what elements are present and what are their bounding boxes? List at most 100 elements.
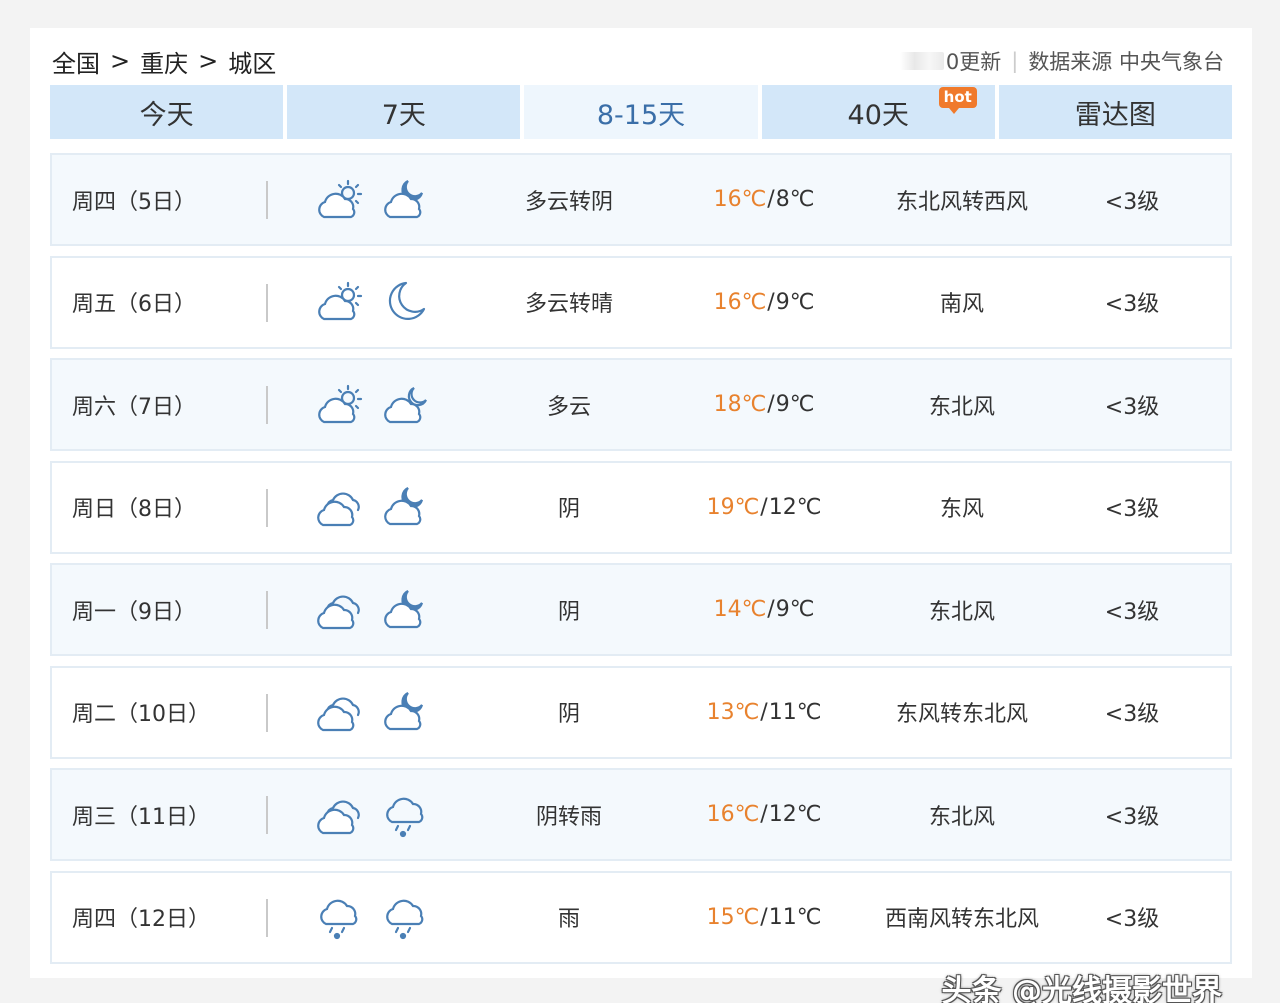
weather-icons xyxy=(314,258,434,347)
wind-direction: 东北风 xyxy=(928,394,995,420)
forecast-row: 周四（12日） 雨 15℃/11℃ 西南风转东北风 <3级 xyxy=(50,870,1232,964)
wind-level: <3级 xyxy=(1104,599,1160,625)
forecast-date: 周日（8日） xyxy=(72,497,196,522)
low-temperature: 9℃ xyxy=(775,289,815,315)
temperature: 15℃/11℃ xyxy=(664,873,864,962)
high-temperature: 16℃ xyxy=(713,289,767,315)
tab-label: 雷达图 xyxy=(1074,99,1156,131)
partly-cloudy-day-icon xyxy=(314,177,366,223)
breadcrumb-separator: > xyxy=(198,47,219,75)
tab-today[interactable]: 今天 xyxy=(50,85,284,139)
wind-level: <3级 xyxy=(1104,804,1160,830)
high-temperature: 16℃ xyxy=(713,187,767,212)
forecast-tabs: 今天 7天 8-15天 40天 hot 雷达图 xyxy=(50,85,1233,139)
wind-direction: 东北风 xyxy=(928,804,995,830)
tab-8-15-days[interactable]: 8-15天 xyxy=(524,85,758,139)
cloudy-night-icon xyxy=(380,689,432,735)
weather-icons xyxy=(314,360,434,449)
rain-icon xyxy=(380,792,432,838)
tab-label: 今天 xyxy=(139,99,194,131)
weather-icons xyxy=(314,668,434,757)
rain-icon xyxy=(380,894,432,940)
divider xyxy=(266,181,268,219)
hot-badge: hot xyxy=(938,87,977,114)
cloudy-night-icon xyxy=(380,587,432,633)
wind-level: <3级 xyxy=(1104,394,1160,420)
update-time: 0更新 xyxy=(945,50,1002,74)
low-temperature: 8℃ xyxy=(775,187,815,212)
temperature-separator: / xyxy=(767,392,775,417)
forecast-date: 周三（11日） xyxy=(72,804,210,830)
weather-description: 阴 xyxy=(557,702,580,727)
overcast-icon xyxy=(314,792,366,838)
breadcrumb-separator: > xyxy=(110,47,131,75)
weather-icons xyxy=(314,565,434,654)
breadcrumb: 全国 > 重庆 > 城区 xyxy=(52,44,276,78)
divider xyxy=(266,283,268,322)
forecast-list: 周四（5日） 多云转阴 16℃/8℃ 东北风转西风 <3级 周五（6日） 多云转… xyxy=(50,153,1232,973)
weather-description: 多云转阴 xyxy=(524,189,613,215)
high-temperature: 14℃ xyxy=(713,597,767,622)
temperature: 16℃/8℃ xyxy=(664,155,864,244)
tab-radar[interactable]: 雷达图 xyxy=(998,85,1233,139)
weather-icons xyxy=(314,873,434,962)
forecast-date: 周二（10日） xyxy=(72,702,210,727)
temperature-separator: / xyxy=(767,187,775,212)
temperature: 14℃/9℃ xyxy=(664,565,864,654)
high-temperature: 15℃ xyxy=(706,904,760,930)
weather-description: 雨 xyxy=(557,907,580,932)
weather-description: 阴 xyxy=(557,497,580,522)
tab-40-days[interactable]: 40天 hot xyxy=(761,85,995,139)
divider xyxy=(266,386,268,424)
high-temperature: 18℃ xyxy=(713,392,767,417)
tab-label: 8-15天 xyxy=(596,99,686,131)
breadcrumb-country[interactable]: 全国 xyxy=(52,44,100,79)
low-temperature: 12℃ xyxy=(768,494,822,520)
tab-label: 7天 xyxy=(381,99,426,131)
wind-direction: 东北风 xyxy=(928,599,995,625)
data-source: 0更新 | 数据来源 中央气象台 xyxy=(899,44,1224,78)
low-temperature: 11℃ xyxy=(768,699,822,725)
clear-night-icon xyxy=(380,279,432,325)
source-label: 数据来源 中央气象台 xyxy=(1028,50,1224,74)
wind-direction: 东北风转西风 xyxy=(895,189,1028,215)
cloudy-night-icon xyxy=(380,484,432,530)
breadcrumb-city[interactable]: 重庆 xyxy=(140,44,188,79)
temperature-separator: / xyxy=(760,904,768,930)
forecast-row: 周一（9日） 阴 14℃/9℃ 东北风 <3级 xyxy=(50,563,1232,656)
temperature: 16℃/12℃ xyxy=(664,770,864,859)
wind-direction: 南风 xyxy=(939,292,984,317)
overcast-icon xyxy=(314,484,366,530)
forecast-date: 周一（9日） xyxy=(72,599,196,625)
divider xyxy=(266,488,268,527)
partly-cloudy-day-icon xyxy=(314,279,366,325)
top-bar: 全国 > 重庆 > 城区 0更新 | 数据来源 中央气象台 xyxy=(52,44,1230,78)
temperature: 18℃/9℃ xyxy=(664,360,864,449)
low-temperature: 9℃ xyxy=(775,597,815,622)
temperature-separator: / xyxy=(760,802,768,827)
tab-7-days[interactable]: 7天 xyxy=(287,85,521,139)
temperature-separator: / xyxy=(767,597,775,622)
forecast-row: 周三（11日） 阴转雨 16℃/12℃ 东北风 <3级 xyxy=(50,768,1232,861)
weather-description: 阴 xyxy=(557,599,580,625)
forecast-date: 周四（12日） xyxy=(72,907,210,932)
weather-description: 多云 xyxy=(546,394,591,420)
temperature: 19℃/12℃ xyxy=(664,463,864,552)
watermark: 头条 @光线摄影世界 xyxy=(941,974,1222,1003)
forecast-row: 周五（6日） 多云转晴 16℃/9℃ 南风 <3级 xyxy=(50,255,1232,349)
divider xyxy=(266,898,268,937)
forecast-date: 周四（5日） xyxy=(72,189,196,215)
overcast-icon xyxy=(314,689,366,735)
forecast-row: 周六（7日） 多云 18℃/9℃ 东北风 <3级 xyxy=(50,358,1232,451)
divider: | xyxy=(1011,49,1019,73)
low-temperature: 9℃ xyxy=(775,392,815,417)
high-temperature: 16℃ xyxy=(706,802,760,827)
weather-icons xyxy=(314,155,434,244)
forecast-date: 周六（7日） xyxy=(72,394,196,420)
low-temperature: 11℃ xyxy=(768,904,822,930)
overcast-icon xyxy=(314,587,366,633)
weather-description: 多云转晴 xyxy=(524,292,613,317)
temperature-separator: / xyxy=(760,494,768,520)
forecast-row: 周二（10日） 阴 13℃/11℃ 东风转东北风 <3级 xyxy=(50,665,1232,759)
cloudy-night-icon xyxy=(380,177,432,223)
